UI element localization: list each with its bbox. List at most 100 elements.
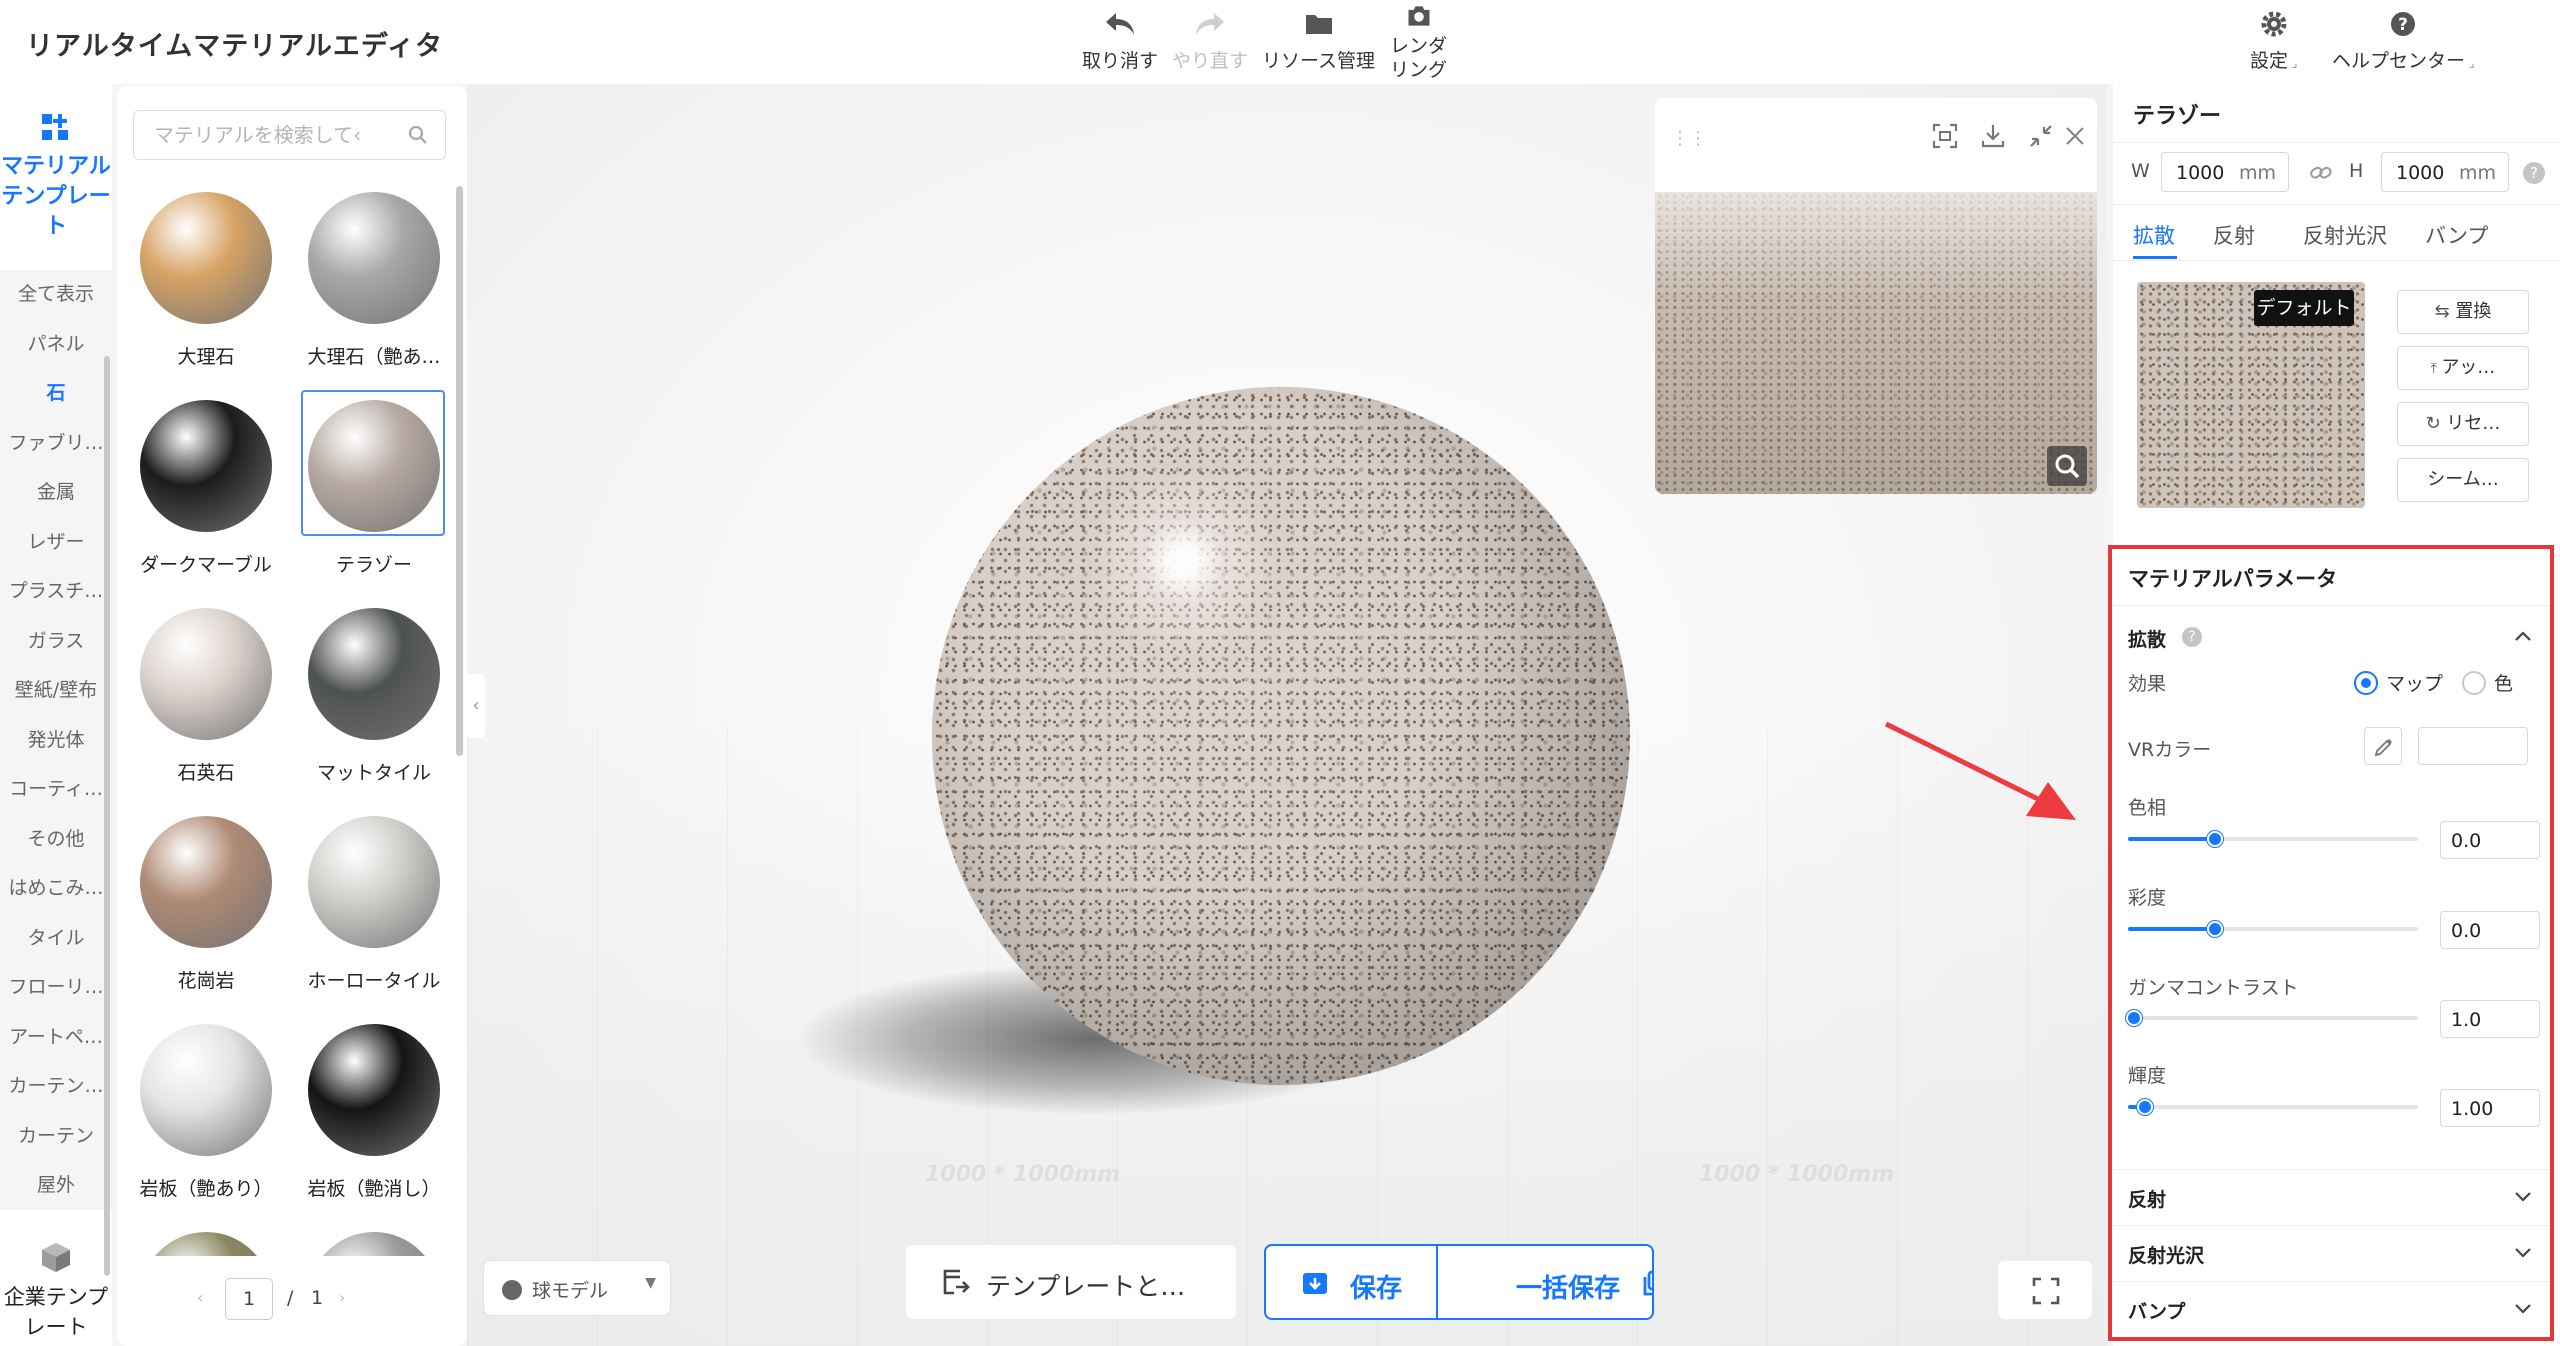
- chevron-down-icon[interactable]: [2512, 1241, 2534, 1263]
- category-item[interactable]: フローリ…: [0, 963, 112, 1013]
- material-sphere[interactable]: [932, 387, 1630, 1085]
- material-template-tab[interactable]: マテリアル テンプレー ト: [0, 110, 112, 242]
- category-item[interactable]: 金属: [0, 468, 112, 518]
- category-item[interactable]: プラスチ…: [0, 567, 112, 617]
- map-tab[interactable]: バンプ: [2425, 220, 2488, 250]
- settings-button[interactable]: 設定 ⌟: [2250, 8, 2297, 73]
- material-search-input[interactable]: [154, 120, 404, 150]
- saturation-slider-knob[interactable]: [2207, 921, 2223, 937]
- saturation-slider[interactable]: [2128, 921, 2418, 937]
- category-item[interactable]: パネル: [0, 320, 112, 370]
- material-search[interactable]: [133, 110, 446, 160]
- diffuse-section-title[interactable]: 拡散: [2128, 625, 2166, 652]
- save-button[interactable]: 保存: [1266, 1246, 1436, 1318]
- category-item[interactable]: 発光体: [0, 716, 112, 766]
- material-item[interactable]: [301, 1228, 447, 1256]
- height-input[interactable]: 1000 mm: [2381, 152, 2509, 192]
- saturation-input[interactable]: 0.0: [2440, 911, 2540, 949]
- map-tab[interactable]: 反射光沢: [2303, 220, 2387, 250]
- render-button[interactable]: レンダ リング: [1390, 2, 1447, 82]
- material-item[interactable]: 岩板（艶あり）: [133, 1020, 279, 1220]
- vr-color-swatch[interactable]: [2418, 727, 2528, 765]
- map-tab[interactable]: 拡散: [2133, 220, 2175, 250]
- category-item[interactable]: 壁紙/壁布: [0, 666, 112, 716]
- diffuse-help-icon[interactable]: ?: [2182, 627, 2202, 647]
- category-item[interactable]: コーティ…: [0, 765, 112, 815]
- 3d-viewport[interactable]: 1000 * 1000mm 1000 * 1000mm ‹ ⋮⋮ 球モデル ▼ …: [467, 84, 2107, 1346]
- material-list-scrollbar[interactable]: [456, 186, 463, 756]
- zoom-icon[interactable]: [2047, 446, 2087, 486]
- hue-slider[interactable]: [2128, 831, 2418, 847]
- model-select[interactable]: 球モデル ▼: [483, 1260, 671, 1316]
- effect-color-radio[interactable]: [2462, 671, 2486, 695]
- map-tab[interactable]: 反射: [2213, 220, 2255, 250]
- reset-button[interactable]: ↻ リセ…: [2397, 402, 2529, 446]
- replace-button[interactable]: ⇆ 置換: [2397, 290, 2529, 334]
- enterprise-template-tab[interactable]: 企業テンプ レート: [0, 1240, 112, 1342]
- redo-icon: [1196, 13, 1224, 35]
- reflection-section-title[interactable]: 反射: [2128, 1185, 2166, 1212]
- category-item[interactable]: 屋外: [0, 1161, 112, 1211]
- upload-button[interactable]: ⤒ アッ…: [2397, 346, 2529, 390]
- width-input[interactable]: 1000 mm: [2161, 152, 2289, 192]
- gloss-section-title[interactable]: 反射光沢: [2128, 1241, 2204, 1268]
- next-page-icon[interactable]: ›: [339, 1288, 345, 1307]
- collapse-panel-handle[interactable]: ‹: [467, 674, 485, 738]
- category-item[interactable]: ファブリ…: [0, 419, 112, 469]
- material-item[interactable]: ホーロータイル: [301, 812, 447, 1012]
- material-item[interactable]: マットタイル: [301, 604, 447, 804]
- batch-save-button[interactable]: 一括保存: [1438, 1246, 1652, 1318]
- hue-input[interactable]: 0.0: [2440, 821, 2540, 859]
- material-item[interactable]: 大理石（艶あ…: [301, 188, 447, 388]
- download-icon[interactable]: [1979, 122, 2007, 150]
- hue-slider-knob[interactable]: [2207, 831, 2223, 847]
- save-as-template-button[interactable]: テンプレートと…: [905, 1244, 1237, 1320]
- material-thumbnail: [308, 1232, 440, 1256]
- page-current[interactable]: 1: [225, 1278, 273, 1320]
- prev-page-icon[interactable]: ‹: [197, 1288, 203, 1307]
- category-item[interactable]: 石: [0, 369, 112, 419]
- material-item[interactable]: 大理石: [133, 188, 279, 388]
- material-item[interactable]: テラゾー: [301, 390, 447, 596]
- gamma-contrast-slider[interactable]: [2126, 1010, 2418, 1026]
- undo-button[interactable]: 取り消す: [1082, 8, 1158, 73]
- category-item[interactable]: レザー: [0, 518, 112, 568]
- size-help-icon[interactable]: ?: [2523, 162, 2545, 184]
- material-item[interactable]: 岩板（艶消し）: [301, 1020, 447, 1220]
- chevron-down-icon[interactable]: [2512, 1297, 2534, 1319]
- brightness-slider[interactable]: [2128, 1099, 2418, 1115]
- bump-section-title[interactable]: バンプ: [2128, 1297, 2185, 1324]
- resource-manager-button[interactable]: リソース管理: [1262, 8, 1375, 73]
- category-item[interactable]: 全て表示: [0, 270, 112, 320]
- brightness-input[interactable]: 1.00: [2440, 1089, 2540, 1127]
- link-ratio-icon[interactable]: [2309, 162, 2333, 184]
- category-item[interactable]: その他: [0, 815, 112, 865]
- gamma-slider-knob[interactable]: [2126, 1010, 2142, 1026]
- screenshot-icon[interactable]: [1931, 122, 1959, 150]
- search-icon[interactable]: [407, 124, 429, 146]
- redo-button[interactable]: やり直す: [1172, 8, 1248, 73]
- material-item[interactable]: 石英石: [133, 604, 279, 804]
- category-item[interactable]: はめこみ…: [0, 864, 112, 914]
- category-scrollbar[interactable]: [104, 356, 110, 1276]
- close-icon[interactable]: [2061, 122, 2089, 150]
- material-item[interactable]: [133, 1228, 279, 1256]
- category-item[interactable]: タイル: [0, 914, 112, 964]
- category-item[interactable]: アートペ…: [0, 1013, 112, 1063]
- help-center-button[interactable]: ? ヘルプセンター ⌟: [2332, 8, 2474, 73]
- material-item[interactable]: ダークマーブル: [133, 396, 279, 596]
- category-item[interactable]: カーテン: [0, 1112, 112, 1162]
- category-item[interactable]: カーテン…: [0, 1062, 112, 1112]
- drag-handle-icon[interactable]: ⋮⋮: [1671, 128, 1707, 150]
- material-item[interactable]: 花崗岩: [133, 812, 279, 1012]
- seamless-button[interactable]: シーム…: [2397, 458, 2529, 502]
- eyedropper-button[interactable]: [2364, 727, 2402, 765]
- chevron-down-icon[interactable]: [2512, 1185, 2534, 1207]
- category-item[interactable]: ガラス: [0, 617, 112, 667]
- chevron-up-icon[interactable]: [2512, 625, 2534, 647]
- minimize-icon[interactable]: [2027, 122, 2055, 150]
- effect-map-radio[interactable]: [2354, 671, 2378, 695]
- brightness-slider-knob[interactable]: [2137, 1099, 2154, 1115]
- fullscreen-button[interactable]: [1997, 1260, 2093, 1320]
- gamma-contrast-input[interactable]: 1.0: [2440, 1000, 2540, 1038]
